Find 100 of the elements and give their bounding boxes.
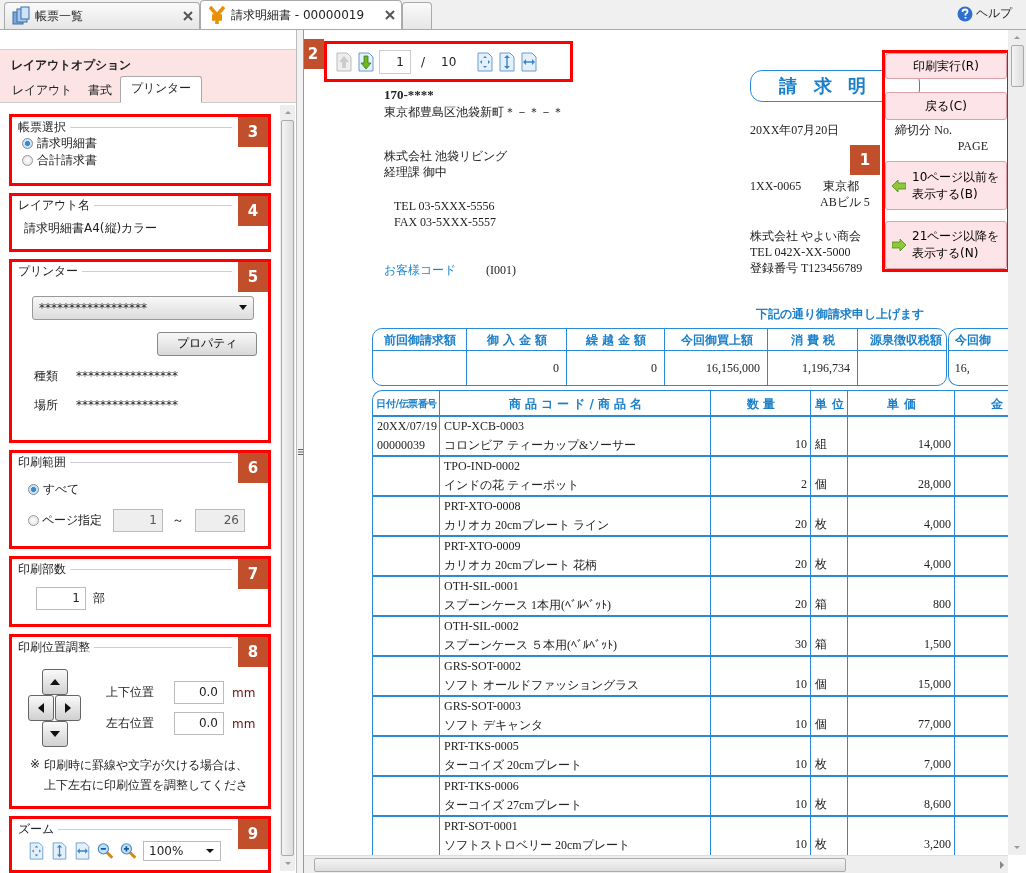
move-left-button[interactable]: [28, 695, 54, 722]
help-link[interactable]: ヘルプ: [976, 5, 1012, 22]
group-label: 印刷位置調整: [18, 638, 90, 656]
table-cell: 1,500: [924, 637, 951, 652]
table-cell: 20XX/07/19: [377, 419, 436, 434]
page-number-field[interactable]: 1: [379, 49, 411, 74]
action-button[interactable]: 印刷実行(R): [885, 53, 1007, 79]
note-text: 上下左右に印刷位置を調整してくださ: [44, 777, 249, 795]
previous-pages-button[interactable]: 10ページ以前を 表示する(B): [885, 161, 1007, 210]
table-cell: 14,000: [918, 437, 951, 452]
grip-icon[interactable]: [297, 447, 303, 456]
table-cell-text: PRT-SOT-0001: [444, 819, 519, 834]
table-cell-text: 00000039: [377, 438, 426, 453]
caret-icon: [206, 849, 214, 854]
move-right-button[interactable]: [55, 695, 81, 722]
table-cell: 77,000: [918, 717, 951, 732]
fax-text: FAX 03-5XXX-5557: [393, 214, 497, 230]
column-header: 数 量: [745, 395, 777, 413]
table-cell-text: カリオカ 20cmプレート ライン: [444, 518, 610, 533]
page-from-field[interactable]: 1: [113, 508, 163, 532]
scroll-down-icon[interactable]: [1014, 846, 1020, 849]
radio-button[interactable]: [22, 138, 33, 149]
radio-label[interactable]: ページ指定: [42, 511, 102, 529]
move-down-button[interactable]: [42, 721, 68, 748]
offset-field[interactable]: 0.0: [174, 712, 224, 736]
table-cell: 個: [815, 677, 827, 692]
table-cell-text: ソフト デキャンタ: [444, 718, 544, 733]
table-cell-text: スプーンケース ５本用(ﾍﾞﾙﾍﾞｯﾄ): [444, 638, 618, 653]
table-cell-text: GRS-SOT-0002: [444, 659, 522, 674]
table-cell: 枚: [815, 797, 827, 812]
scroll-up-icon[interactable]: [1014, 36, 1020, 39]
printer-dropdown[interactable]: ******************: [32, 295, 254, 320]
radio-button[interactable]: [22, 155, 33, 166]
table-cell: 枚: [815, 837, 827, 852]
table-cell: 20: [795, 517, 807, 532]
field-label: 種類: [34, 367, 58, 385]
table-cell-text: CUP-XCB-0003: [444, 419, 525, 434]
fit-page-icon[interactable]: [476, 51, 495, 72]
table-cell-text: PRT-TKS-0005: [444, 739, 520, 754]
page-to-field[interactable]: 26: [195, 508, 245, 532]
fit-page-icon[interactable]: [28, 842, 45, 861]
field-value: *****************: [76, 398, 178, 413]
zoom-dropdown[interactable]: 100%: [143, 841, 221, 862]
offset-field[interactable]: 0.0: [174, 681, 224, 705]
document-tab[interactable]: 帳票一覧: [4, 2, 200, 29]
panel-tab[interactable]: レイアウト: [4, 78, 80, 103]
table-cell: 4,000: [924, 517, 951, 532]
move-up-button[interactable]: [42, 669, 68, 696]
help-icon[interactable]: [957, 5, 973, 22]
fit-width-icon[interactable]: [74, 842, 91, 861]
zoom-in-icon[interactable]: [120, 842, 137, 861]
fit-height-icon[interactable]: [498, 51, 517, 72]
zoom-out-icon[interactable]: [97, 842, 114, 861]
copies-field[interactable]: 1: [36, 587, 86, 611]
new-tab[interactable]: [402, 2, 432, 29]
properties-button[interactable]: プロパティ: [157, 331, 257, 356]
callout-badge: 8: [238, 637, 268, 668]
building-text: ABビル 5: [819, 194, 870, 210]
column-header: 今回御: [953, 331, 992, 349]
page-separator: /: [420, 54, 427, 69]
radio-label[interactable]: 合計請求書: [37, 152, 97, 169]
table-cell: 個: [815, 477, 827, 492]
action-button[interactable]: 戻る(C): [885, 92, 1007, 120]
fit-width-icon[interactable]: [520, 51, 539, 72]
callout-badge: 3: [238, 117, 268, 147]
issue-date: 20XX年07月20日: [750, 122, 840, 138]
radio-button[interactable]: [28, 483, 39, 495]
field-label: 上下位置: [106, 684, 155, 702]
radio-label[interactable]: すべて: [43, 480, 79, 498]
panel-title: レイアウトオプション: [10, 57, 132, 74]
table-cell: 10: [795, 677, 807, 692]
request-message: 下記の通り御請求申し上げます: [755, 306, 924, 322]
group-label: 印刷部数: [18, 560, 66, 578]
close-icon[interactable]: [183, 11, 193, 21]
scroll-down-icon[interactable]: [284, 862, 291, 865]
radio-label[interactable]: 請求明細書: [37, 135, 97, 152]
table-cell-text: ソフト オールドファッショングラス: [444, 678, 640, 693]
next-pages-button[interactable]: 21ページ以降を 表示する(N): [885, 221, 1007, 269]
table-cell-text: 16,156,000: [705, 359, 761, 377]
table-cell-text: GRS-SOT-0003: [444, 699, 522, 714]
address-text: 東京都: [823, 178, 860, 194]
unit-label: 部: [93, 590, 105, 608]
callout-badge: 7: [238, 559, 268, 590]
document-tab[interactable]: 請求明細書 - 00000019: [200, 0, 402, 29]
table-cell-text: ターコイズ 27cmプレート: [444, 798, 583, 813]
arrow-right-icon: [892, 239, 906, 251]
scroll-right-icon[interactable]: [1000, 860, 1004, 869]
fit-height-icon[interactable]: [51, 842, 68, 861]
scroll-up-icon[interactable]: [284, 111, 291, 114]
close-icon[interactable]: [385, 10, 395, 20]
table-cell-text: OTH-SIL-0001: [444, 579, 520, 594]
registration-number: 登録番号 T123456789: [750, 260, 863, 276]
next-page-icon[interactable]: [357, 51, 375, 72]
radio-button[interactable]: [28, 514, 39, 526]
group-label: 印刷範囲: [18, 454, 66, 472]
column-header: 前回御請求額: [383, 331, 457, 349]
panel-tab[interactable]: 書式: [80, 78, 120, 103]
table-cell: 10: [795, 837, 807, 852]
panel-tab[interactable]: プリンター: [120, 76, 202, 103]
page-total: 10: [440, 54, 458, 69]
